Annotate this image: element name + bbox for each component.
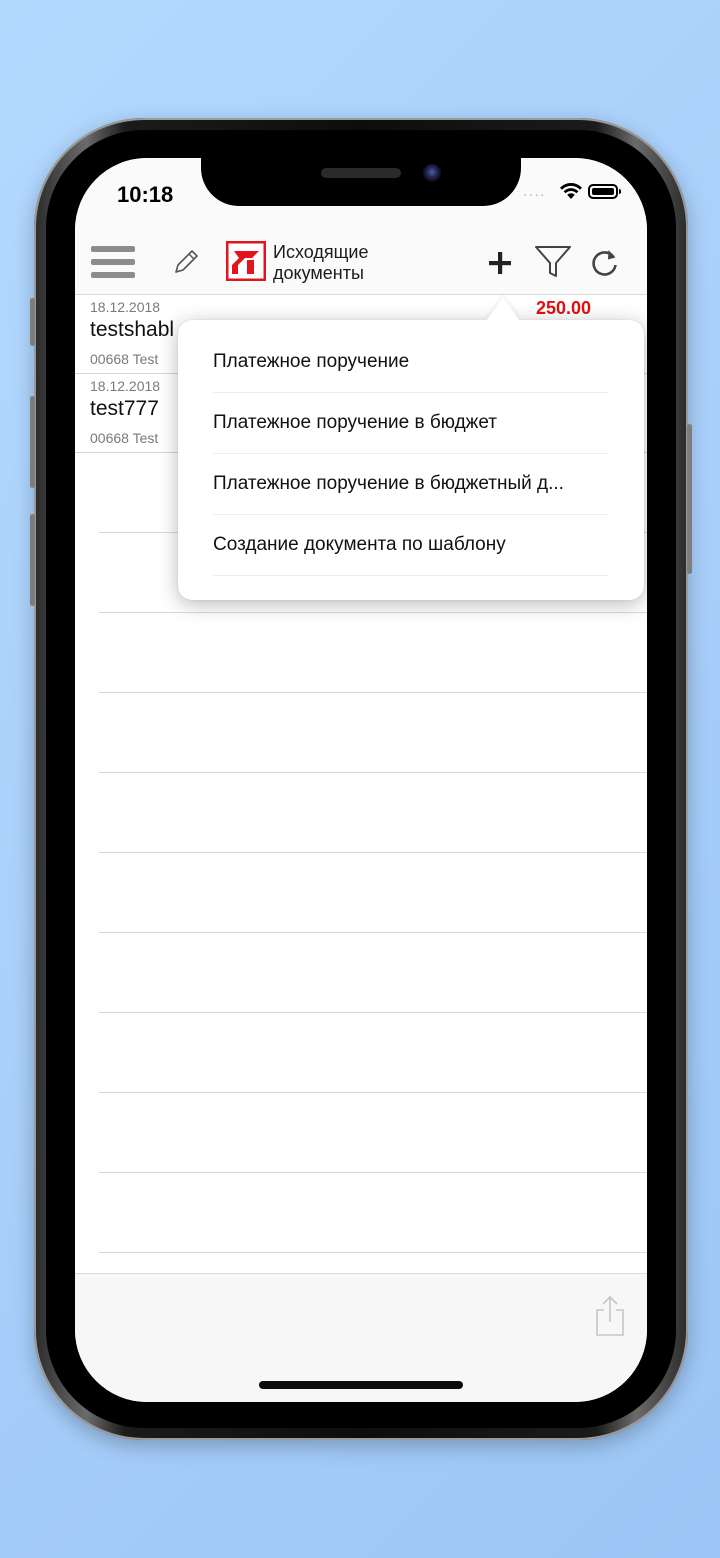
empty-row: [99, 693, 647, 773]
empty-row: [99, 1093, 647, 1173]
document-date: 18.12.2018: [90, 378, 161, 394]
empty-row: [99, 773, 647, 853]
navigation-bar: Исходящие документы: [75, 228, 647, 295]
signal-dots: ····: [523, 186, 546, 202]
popover-arrow: [486, 297, 520, 321]
document-amount: 250.00: [535, 298, 591, 318]
notch: [201, 148, 521, 206]
volume-down-button: [30, 514, 35, 606]
menu-icon[interactable]: [91, 246, 135, 278]
empty-row: [99, 853, 647, 933]
screen: 10:18 ···· Исходящие документы 18.12.201…: [75, 158, 647, 1402]
silent-switch: [30, 298, 35, 346]
volume-up-button: [30, 396, 35, 488]
earpiece-speaker: [321, 168, 401, 178]
document-meta: 00668 Test: [90, 351, 159, 367]
empty-row: [99, 1013, 647, 1093]
home-indicator[interactable]: [259, 1381, 463, 1389]
menu-item-budget-document-payment-order[interactable]: Платежное поручение в бюджетный д...: [213, 453, 609, 515]
page-title-line-2: документы: [273, 263, 364, 283]
power-button: [687, 424, 692, 574]
empty-row: [99, 933, 647, 1013]
wifi-icon: [560, 183, 582, 199]
document-name: testshabl: [90, 318, 175, 341]
document-date: 18.12.2018: [90, 299, 161, 315]
share-icon[interactable]: [593, 1294, 627, 1338]
filter-icon[interactable]: [534, 244, 572, 280]
menu-item-payment-order[interactable]: Платежное поручение: [213, 331, 609, 393]
empty-row: [99, 1173, 647, 1253]
bottom-toolbar: [75, 1273, 647, 1402]
document-meta: 00668 Test: [90, 430, 159, 446]
status-time: 10:18: [117, 182, 174, 207]
bank-logo: [226, 241, 266, 281]
menu-item-create-from-template[interactable]: Создание документа по шаблону: [213, 514, 609, 576]
pencil-icon[interactable]: [172, 248, 200, 276]
menu-item-budget-payment-order[interactable]: Платежное поручение в бюджет: [213, 392, 609, 454]
page-title: Исходящие документы: [273, 242, 368, 284]
empty-row: [99, 613, 647, 693]
front-camera: [423, 164, 441, 182]
create-document-popover: Платежное поручение Платежное поручение …: [178, 297, 644, 600]
battery-icon: [588, 184, 621, 199]
document-name: test777: [90, 397, 159, 420]
page-title-line-1: Исходящие: [273, 242, 369, 262]
plus-icon[interactable]: [487, 250, 513, 276]
refresh-icon[interactable]: [590, 246, 620, 278]
